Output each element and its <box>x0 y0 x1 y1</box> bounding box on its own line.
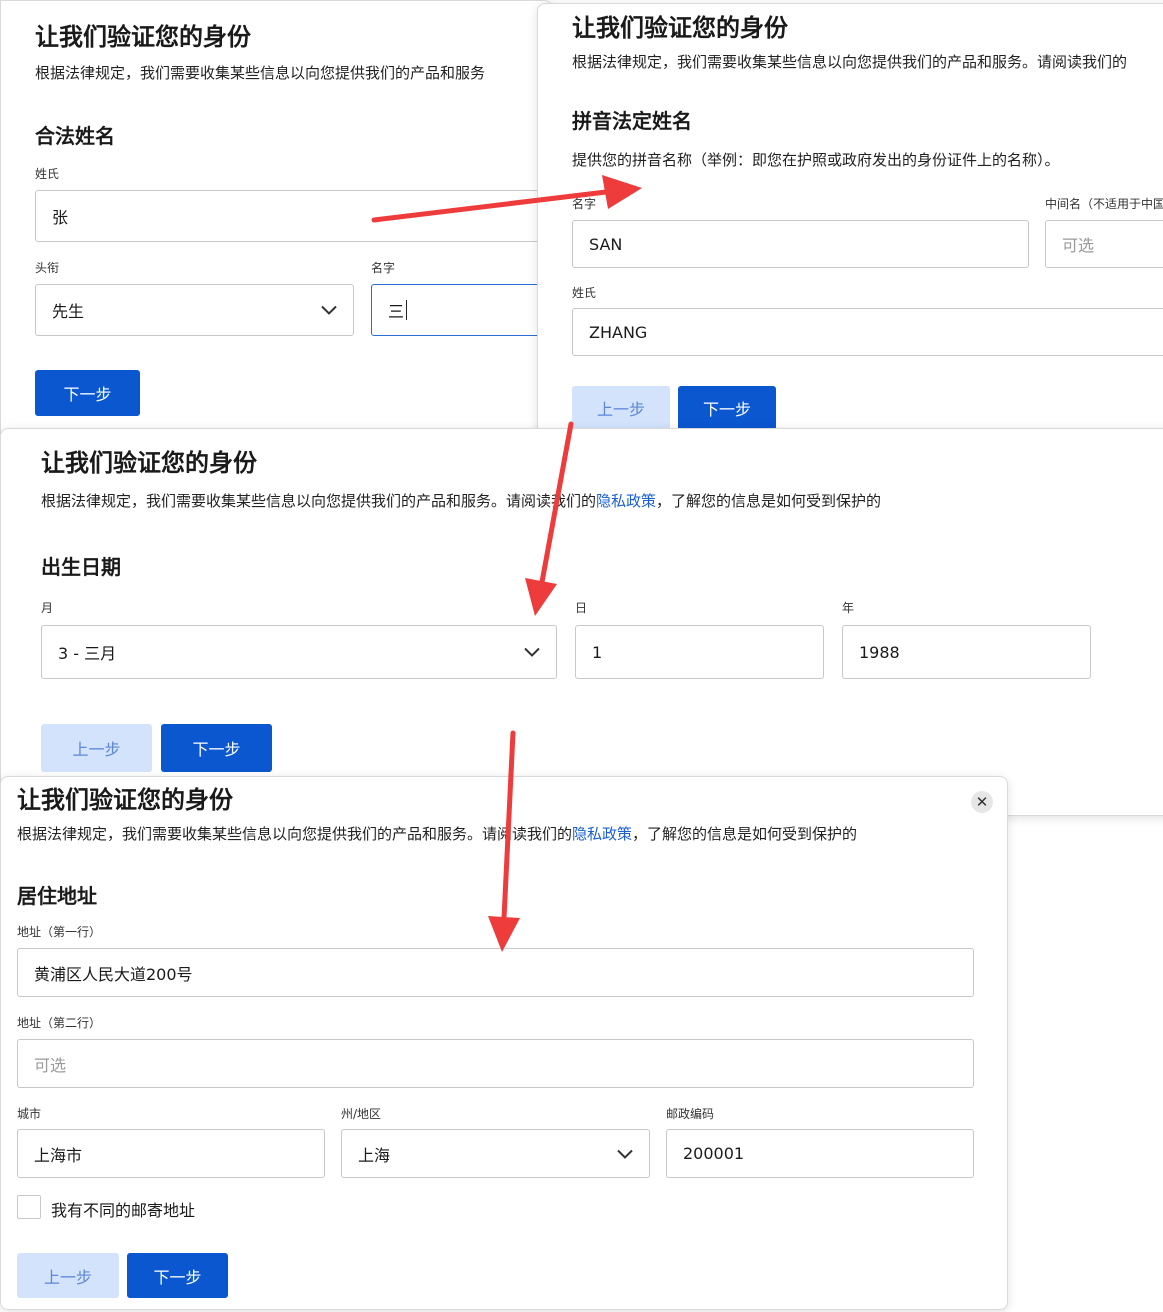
state-select[interactable]: 上海 <box>341 1129 650 1178</box>
pinyin-surname-field[interactable]: ZHANG <box>572 308 1163 356</box>
text-caret <box>406 300 408 320</box>
section-title: 出生日期 <box>41 555 121 579</box>
birthdate-panel: 让我们验证您的身份 根据法律规定，我们需要收集某些信息以向您提供我们的产品和服务… <box>0 428 1163 816</box>
pinyin-given-name-field[interactable]: SAN <box>572 220 1029 268</box>
mailing-address-checkbox-label[interactable]: 我有不同的邮寄地址 <box>51 1197 195 1221</box>
section-title: 合法姓名 <box>35 124 115 148</box>
prev-button[interactable]: 上一步 <box>41 724 152 772</box>
description-text-end: ，了解您的信息是如何受到保护的 <box>656 492 882 510</box>
surname-label: 姓氏 <box>572 286 597 300</box>
day-field[interactable]: 1 <box>575 625 824 679</box>
description-text: 根据法律规定，我们需要收集某些信息以向您提供我们的产品和服务。请阅读我们的 <box>17 825 573 843</box>
page-title: 让我们验证您的身份 <box>41 449 257 477</box>
surname-field[interactable]: 张 <box>35 190 551 242</box>
month-label: 月 <box>41 601 54 615</box>
middle-name-label: 中间名（不适用于中国 <box>1045 197 1163 211</box>
year-label: 年 <box>842 601 855 615</box>
middle-name-field[interactable]: 可选 <box>1045 220 1163 268</box>
address-line1-label: 地址（第一行） <box>17 925 102 939</box>
given-name-value: 三 <box>388 302 405 321</box>
next-button[interactable]: 下一步 <box>161 724 272 772</box>
given-name-label: 名字 <box>371 261 396 275</box>
pinyin-hint: 提供您的拼音名称（举例：即您在护照或政府发出的身份证件上的名称）。 <box>572 151 1060 169</box>
chevron-down-icon <box>524 643 540 662</box>
address-line1-field[interactable]: 黄浦区人民大道200号 <box>17 948 974 997</box>
mailing-address-checkbox[interactable] <box>17 1195 41 1219</box>
salutation-label: 头衔 <box>35 261 60 275</box>
privacy-policy-link[interactable]: 隐私政策 <box>596 492 656 510</box>
given-name-field[interactable]: 三 <box>371 284 551 336</box>
legal-name-panel: 让我们验证您的身份 根据法律规定，我们需要收集某些信息以向您提供我们的产品和服务… <box>0 0 552 442</box>
city-field[interactable]: 上海市 <box>17 1129 325 1178</box>
postal-code-label: 邮政编码 <box>666 1107 715 1121</box>
description: 根据法律规定，我们需要收集某些信息以向您提供我们的产品和服务 <box>35 64 486 82</box>
address-line2-label: 地址（第二行） <box>17 1016 102 1030</box>
privacy-policy-link[interactable]: 隐私政策 <box>572 825 632 843</box>
state-value: 上海 <box>358 1145 391 1165</box>
state-label: 州/地区 <box>341 1107 382 1121</box>
pinyin-name-panel: 让我们验证您的身份 根据法律规定，我们需要收集某些信息以向您提供我们的产品和服务… <box>537 3 1163 445</box>
salutation-select[interactable]: 先生 <box>35 284 354 336</box>
chevron-down-icon <box>617 1144 633 1163</box>
year-field[interactable]: 1988 <box>842 625 1091 679</box>
address-line2-field[interactable]: 可选 <box>17 1039 974 1088</box>
description: 根据法律规定，我们需要收集某些信息以向您提供我们的产品和服务。请阅读我们的 <box>572 53 1128 71</box>
description: 根据法律规定，我们需要收集某些信息以向您提供我们的产品和服务。请阅读我们的隐私政… <box>17 823 857 844</box>
chevron-down-icon <box>321 301 337 320</box>
postal-code-field[interactable]: 200001 <box>666 1129 974 1178</box>
city-label: 城市 <box>17 1107 42 1121</box>
section-title: 拼音法定姓名 <box>572 109 692 133</box>
page-title: 让我们验证您的身份 <box>17 786 233 814</box>
close-icon: ✕ <box>975 793 989 811</box>
prev-button[interactable]: 上一步 <box>572 386 670 430</box>
month-value: 3 - 三月 <box>58 644 117 663</box>
month-select[interactable]: 3 - 三月 <box>41 625 557 679</box>
description-text: 根据法律规定，我们需要收集某些信息以向您提供我们的产品和服务。请阅读我们的 <box>41 492 597 510</box>
address-panel: 让我们验证您的身份 ✕ 根据法律规定，我们需要收集某些信息以向您提供我们的产品和… <box>0 776 1008 1310</box>
next-button[interactable]: 下一步 <box>678 386 776 430</box>
description-text-end: ，了解您的信息是如何受到保护的 <box>632 825 858 843</box>
next-button[interactable]: 下一步 <box>35 370 140 416</box>
surname-label: 姓氏 <box>35 167 60 181</box>
close-button[interactable]: ✕ <box>971 791 993 813</box>
prev-button[interactable]: 上一步 <box>17 1253 119 1298</box>
description: 根据法律规定，我们需要收集某些信息以向您提供我们的产品和服务。请阅读我们的隐私政… <box>41 490 881 511</box>
page-title: 让我们验证您的身份 <box>35 23 251 51</box>
section-title: 居住地址 <box>17 884 97 908</box>
next-button[interactable]: 下一步 <box>127 1253 228 1298</box>
page-title: 让我们验证您的身份 <box>572 14 788 42</box>
salutation-value: 先生 <box>52 302 85 321</box>
given-name-label: 名字 <box>572 197 597 211</box>
day-label: 日 <box>575 601 588 615</box>
